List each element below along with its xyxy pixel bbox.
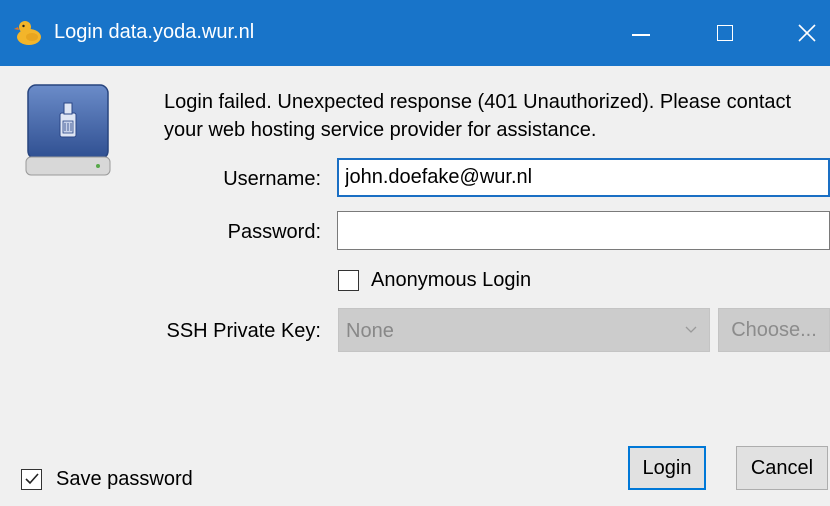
ssh-key-select[interactable]: None bbox=[338, 308, 710, 352]
maximize-button[interactable] bbox=[684, 0, 766, 66]
chevron-down-icon bbox=[685, 326, 697, 333]
ssh-key-value: None bbox=[346, 320, 394, 342]
login-button[interactable]: Login bbox=[628, 446, 706, 490]
close-icon bbox=[798, 24, 816, 42]
minimize-button[interactable] bbox=[600, 0, 682, 66]
duck-icon bbox=[14, 21, 41, 45]
password-label: Password: bbox=[227, 221, 321, 243]
password-field[interactable] bbox=[337, 211, 830, 250]
cancel-button[interactable]: Cancel bbox=[736, 446, 828, 490]
maximize-icon bbox=[717, 25, 733, 41]
checkmark-icon bbox=[25, 473, 39, 485]
ssh-key-label: SSH Private Key: bbox=[166, 320, 321, 342]
minimize-icon bbox=[632, 34, 650, 36]
title-bar[interactable]: Login data.yoda.wur.nl bbox=[0, 0, 830, 66]
username-field[interactable] bbox=[337, 158, 830, 197]
anonymous-login-label[interactable]: Anonymous Login bbox=[371, 267, 531, 293]
choose-key-button[interactable]: Choose... bbox=[718, 308, 830, 352]
anonymous-login-checkbox[interactable] bbox=[338, 270, 359, 291]
close-button[interactable] bbox=[766, 0, 830, 66]
username-label: Username: bbox=[223, 168, 321, 190]
network-drive-icon bbox=[25, 84, 111, 176]
save-password-checkbox[interactable] bbox=[21, 469, 42, 490]
error-message: Login failed. Unexpected response (401 U… bbox=[164, 91, 792, 141]
window-title: Login data.yoda.wur.nl bbox=[54, 21, 255, 43]
save-password-label[interactable]: Save password bbox=[56, 466, 193, 492]
